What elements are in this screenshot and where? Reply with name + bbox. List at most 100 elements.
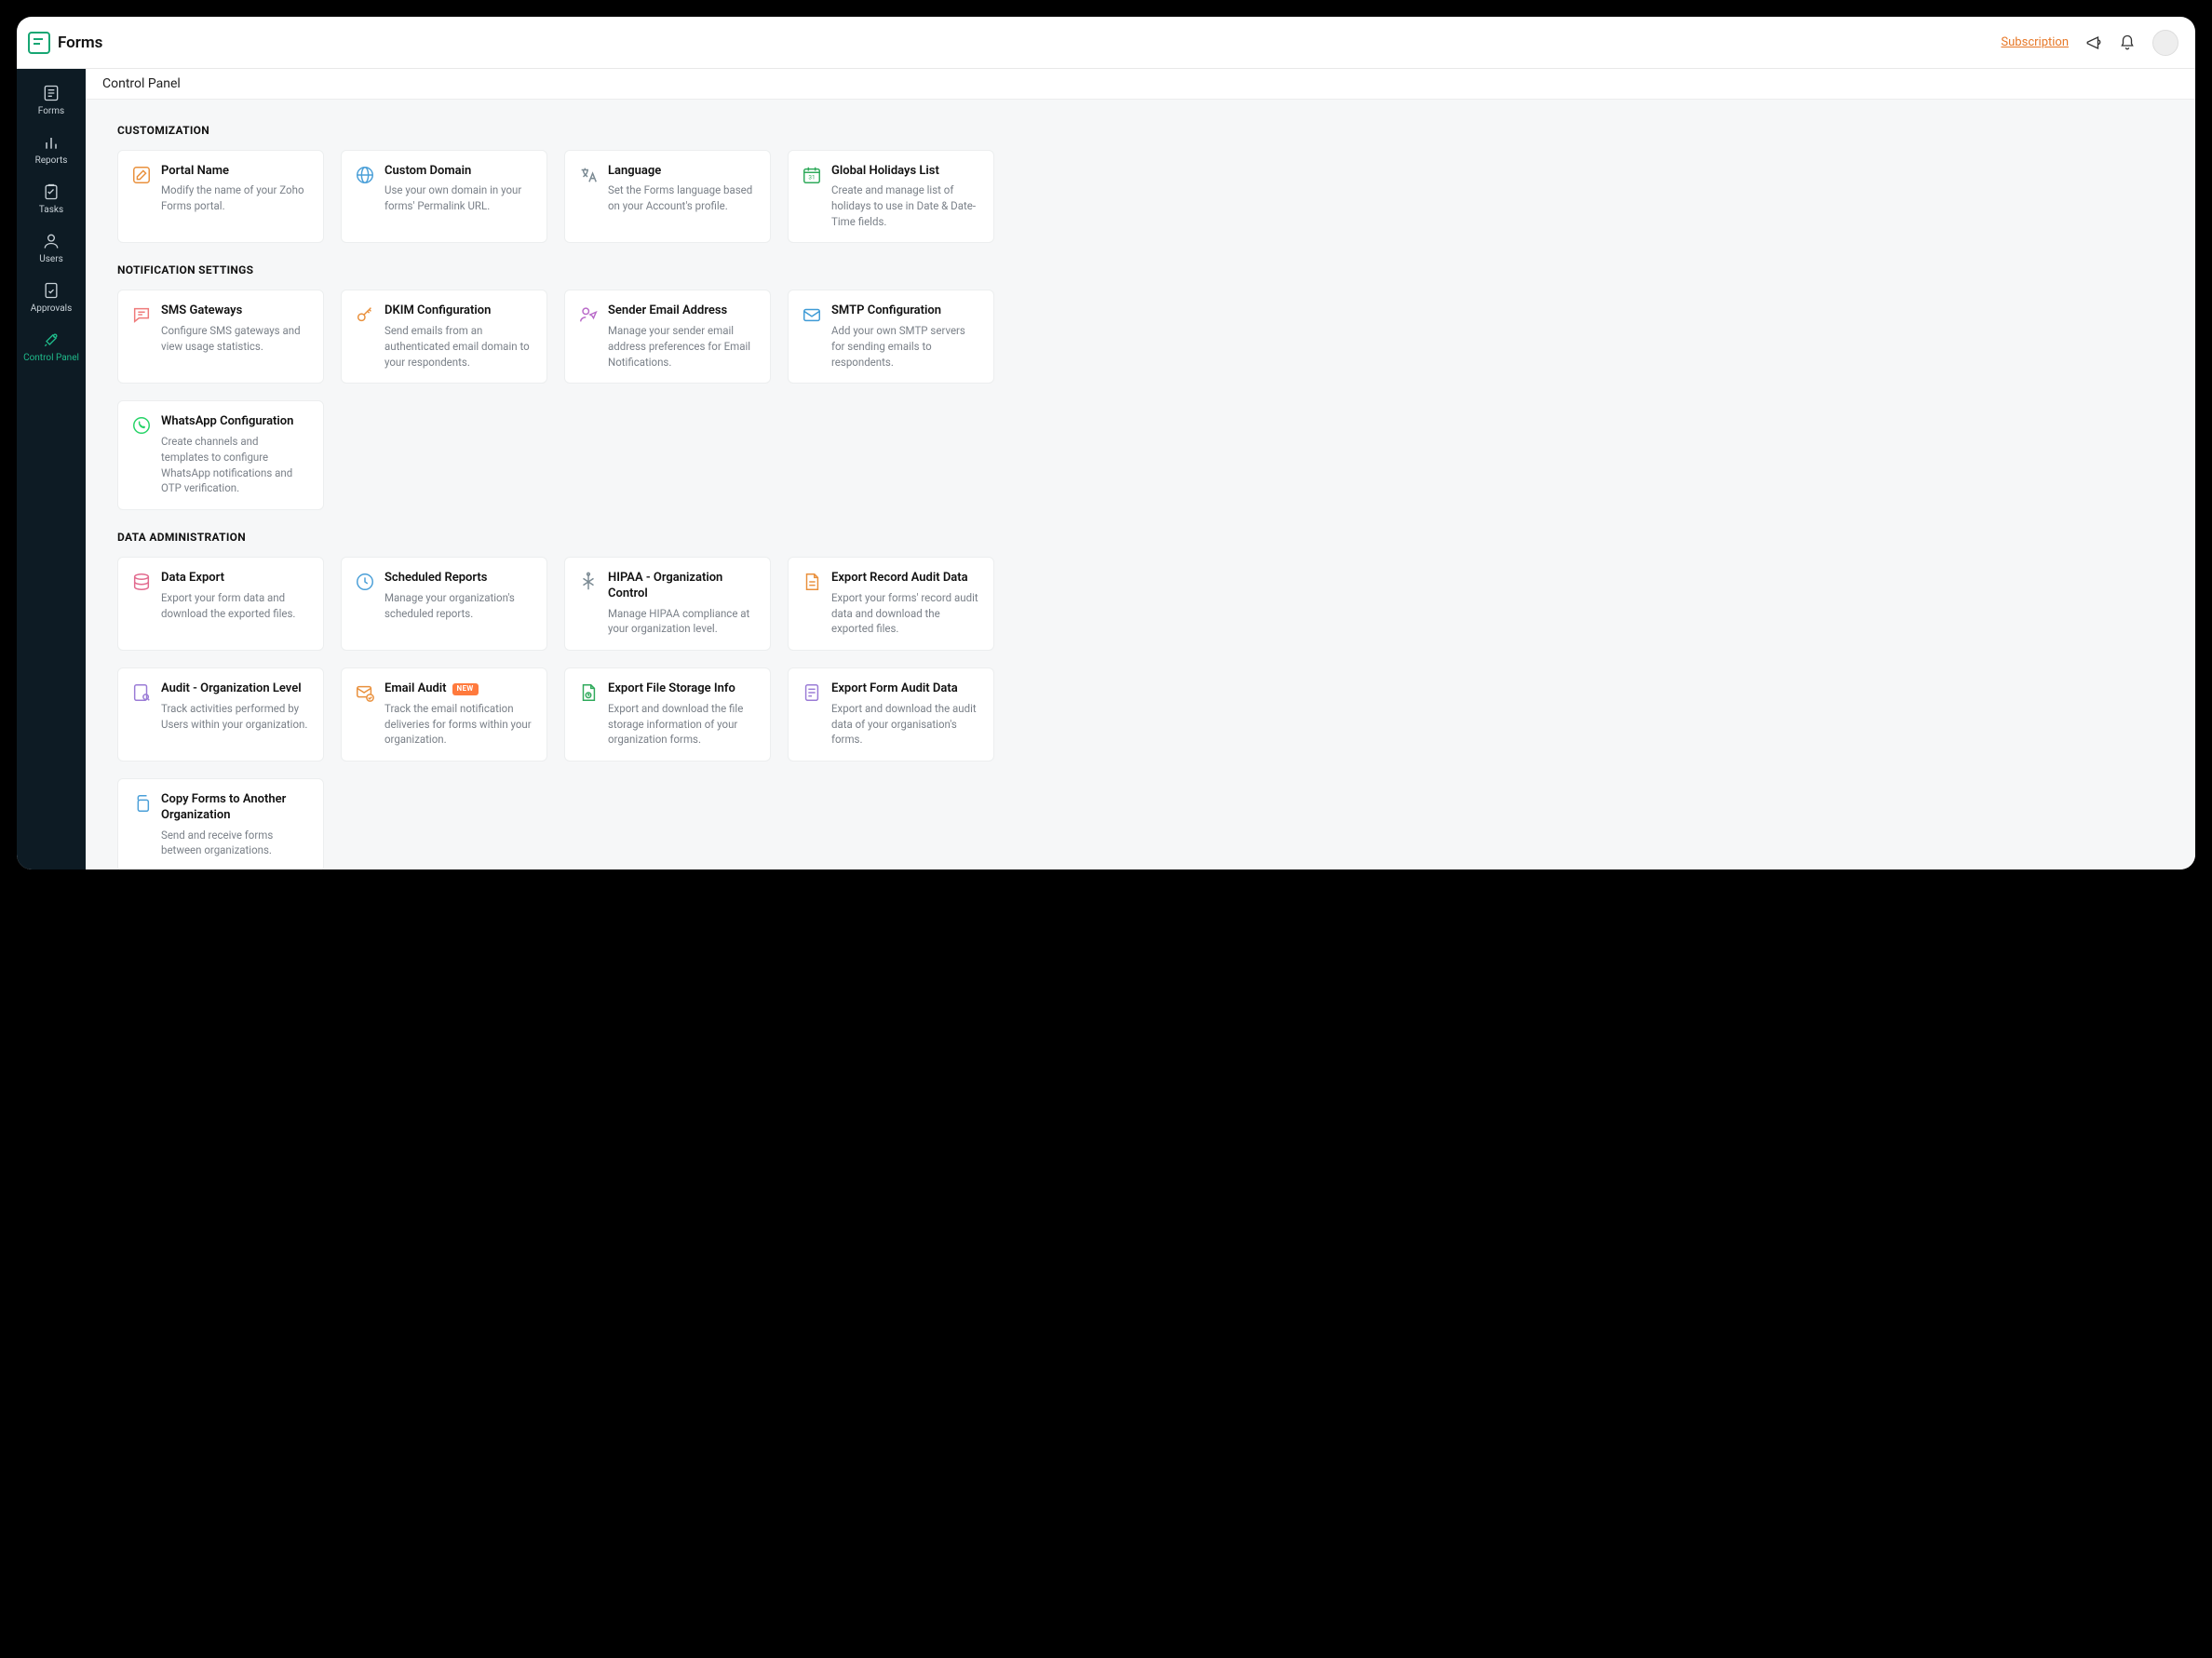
- bell-icon[interactable]: [2119, 34, 2136, 51]
- cards-data: Data Export Export your form data and do…: [117, 557, 2164, 869]
- card-sms-gateways[interactable]: SMS Gateways Configure SMS gateways and …: [117, 290, 324, 384]
- card-scheduled-reports[interactable]: Scheduled Reports Manage your organizati…: [341, 557, 547, 651]
- database-icon: [131, 572, 152, 592]
- card-desc: Use your own domain in your forms' Perma…: [384, 182, 532, 213]
- sidebar-item-label: Control Panel: [23, 353, 79, 364]
- card-audit-org[interactable]: Audit - Organization Level Track activit…: [117, 667, 324, 762]
- sidebar-item-users[interactable]: Users: [17, 222, 86, 272]
- section-heading-notification: NOTIFICATION SETTINGS: [117, 263, 2164, 276]
- card-desc: Set the Forms language based on your Acc…: [608, 182, 755, 213]
- subscription-link[interactable]: Subscription: [2001, 35, 2069, 49]
- brand-name: Forms: [58, 34, 102, 52]
- users-icon: [42, 232, 61, 250]
- card-desc: Modify the name of your Zoho Forms porta…: [161, 182, 308, 213]
- card-global-holidays[interactable]: 31 Global Holidays List Create and manag…: [788, 150, 994, 244]
- card-title: Audit - Organization Level: [161, 681, 308, 697]
- card-portal-name[interactable]: Portal Name Modify the name of your Zoho…: [117, 150, 324, 244]
- card-title: Data Export: [161, 571, 308, 586]
- card-desc: Export your forms' record audit data and…: [831, 590, 978, 637]
- sidebar-item-label: Forms: [38, 106, 64, 116]
- card-title: Custom Domain: [384, 164, 532, 180]
- card-desc: Export and download the file storage inf…: [608, 701, 755, 748]
- card-smtp[interactable]: SMTP Configuration Add your own SMTP ser…: [788, 290, 994, 384]
- doc-icon: [802, 572, 822, 592]
- card-desc: Configure SMS gateways and view usage st…: [161, 323, 308, 354]
- card-title: Export Record Audit Data: [831, 571, 978, 586]
- announcement-icon[interactable]: [2085, 34, 2102, 51]
- clock-icon: [355, 572, 375, 592]
- card-email-audit[interactable]: Email Audit NEW Track the email notifica…: [341, 667, 547, 762]
- approvals-icon: [42, 281, 61, 300]
- chat-icon: [131, 304, 152, 325]
- page-title: Control Panel: [86, 69, 2195, 100]
- globe-icon: [355, 165, 375, 185]
- card-whatsapp[interactable]: WhatsApp Configuration Create channels a…: [117, 400, 324, 510]
- card-desc: Manage your sender email address prefere…: [608, 323, 755, 370]
- brand[interactable]: Forms: [28, 32, 102, 54]
- svg-text:31: 31: [808, 173, 815, 181]
- topbar: Forms Subscription: [17, 17, 2195, 69]
- copy-icon: [131, 793, 152, 814]
- edit-icon: [131, 165, 152, 185]
- card-desc: Export and download the audit data of yo…: [831, 701, 978, 748]
- card-title: Email Audit NEW: [384, 681, 532, 697]
- card-sender-email[interactable]: Sender Email Address Manage your sender …: [564, 290, 771, 384]
- card-title: Export Form Audit Data: [831, 681, 978, 697]
- sidebar-item-approvals[interactable]: Approvals: [17, 272, 86, 321]
- sidebar-item-label: Approvals: [31, 303, 72, 314]
- sidebar-item-label: Reports: [35, 155, 68, 166]
- avatar[interactable]: [2152, 30, 2178, 56]
- card-desc: Send and receive forms between organizat…: [161, 828, 308, 858]
- card-hipaa[interactable]: HIPAA - Organization Control Manage HIPA…: [564, 557, 771, 651]
- card-title: SMS Gateways: [161, 303, 308, 319]
- audit-icon: [131, 682, 152, 703]
- card-desc: Manage HIPAA compliance at your organiza…: [608, 606, 755, 637]
- file-info-icon: [578, 682, 599, 703]
- card-export-file-storage[interactable]: Export File Storage Info Export and down…: [564, 667, 771, 762]
- mail-check-icon: [355, 682, 375, 703]
- card-desc: Track the email notification deliveries …: [384, 701, 532, 748]
- card-title: WhatsApp Configuration: [161, 414, 308, 430]
- card-export-record-audit[interactable]: Export Record Audit Data Export your for…: [788, 557, 994, 651]
- tools-icon: [42, 330, 61, 349]
- sidebar-item-tasks[interactable]: Tasks: [17, 173, 86, 222]
- key-icon: [355, 304, 375, 325]
- card-desc: Export your form data and download the e…: [161, 590, 308, 621]
- sidebar-item-label: Tasks: [39, 205, 63, 215]
- card-title: SMTP Configuration: [831, 303, 978, 319]
- section-heading-customization: CUSTOMIZATION: [117, 124, 2164, 137]
- tasks-icon: [42, 182, 61, 201]
- cards-notification: SMS Gateways Configure SMS gateways and …: [117, 290, 2164, 509]
- card-desc: Create and manage list of holidays to us…: [831, 182, 978, 229]
- forms-logo-icon: [28, 32, 50, 54]
- card-title: Portal Name: [161, 164, 308, 180]
- card-dkim[interactable]: DKIM Configuration Send emails from an a…: [341, 290, 547, 384]
- card-title: Global Holidays List: [831, 164, 978, 180]
- card-title: Export File Storage Info: [608, 681, 755, 697]
- card-copy-forms[interactable]: Copy Forms to Another Organization Send …: [117, 778, 324, 869]
- card-custom-domain[interactable]: Custom Domain Use your own domain in you…: [341, 150, 547, 244]
- language-icon: [578, 165, 599, 185]
- card-desc: Manage your organization's scheduled rep…: [384, 590, 532, 621]
- card-export-form-audit[interactable]: Export Form Audit Data Export and downlo…: [788, 667, 994, 762]
- user-send-icon: [578, 304, 599, 325]
- card-desc: Add your own SMTP servers for sending em…: [831, 323, 978, 370]
- sidebar-item-forms[interactable]: Forms: [17, 74, 86, 124]
- medical-icon: [578, 572, 599, 592]
- card-title: Scheduled Reports: [384, 571, 532, 586]
- sidebar-item-reports[interactable]: Reports: [17, 124, 86, 173]
- card-title: DKIM Configuration: [384, 303, 532, 319]
- card-desc: Track activities performed by Users with…: [161, 701, 308, 732]
- card-data-export[interactable]: Data Export Export your form data and do…: [117, 557, 324, 651]
- card-title: Sender Email Address: [608, 303, 755, 319]
- form-doc-icon: [802, 682, 822, 703]
- calendar-icon: 31: [802, 165, 822, 185]
- card-language[interactable]: Language Set the Forms language based on…: [564, 150, 771, 244]
- card-title: HIPAA - Organization Control: [608, 571, 755, 602]
- card-title: Language: [608, 164, 755, 180]
- section-heading-data: DATA ADMINISTRATION: [117, 531, 2164, 544]
- reports-icon: [42, 133, 61, 152]
- sidebar: Forms Reports Tasks Users Approvals Cont…: [17, 69, 86, 869]
- sidebar-item-control-panel[interactable]: Control Panel: [17, 321, 86, 371]
- badge-new: NEW: [452, 683, 479, 694]
